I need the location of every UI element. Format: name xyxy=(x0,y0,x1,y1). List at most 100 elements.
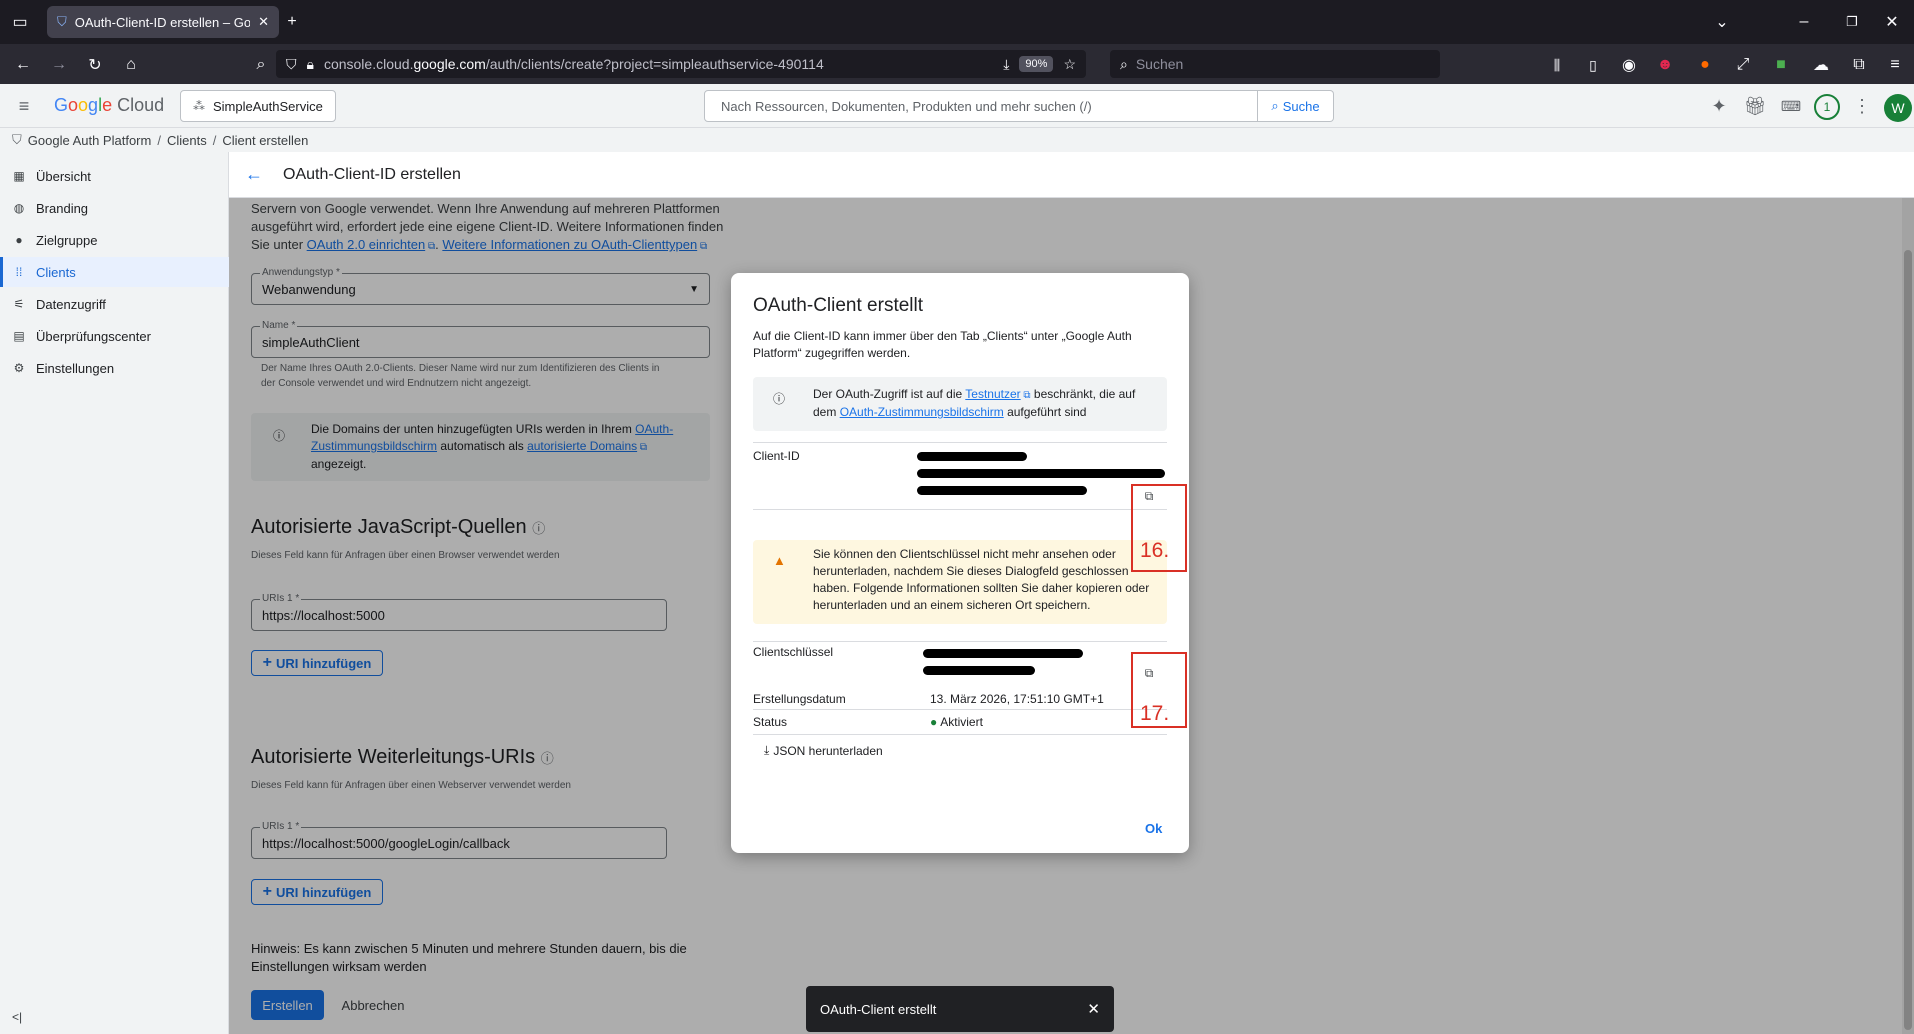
forward-arrow-icon[interactable]: → xyxy=(48,54,70,76)
client-secret-label: Clientschlüssel xyxy=(753,645,834,659)
sidebar-item-branding[interactable]: ◍ Branding xyxy=(0,193,229,223)
data-access-icon: ⚟ xyxy=(13,297,25,311)
client-secret-warning-text: Sie können den Clientschlüssel nicht meh… xyxy=(813,547,1150,612)
minimize-window-icon[interactable]: – xyxy=(1794,12,1814,32)
zoom-level[interactable]: 90% xyxy=(1019,56,1054,72)
annotation-marker-17: 17. xyxy=(1140,702,1170,725)
divider xyxy=(753,709,1167,710)
creation-date-label: Erstellungsdatum xyxy=(753,692,846,706)
grid-icon: ⁞⁞ xyxy=(15,265,23,279)
consent-screen-link[interactable]: OAuth-Zustimmungsbildschirm xyxy=(840,405,1004,419)
gear-icon: ⚙ xyxy=(13,361,25,375)
tab-list-icon[interactable]: ▭ xyxy=(10,12,30,32)
browser-menu-icon[interactable]: ≡ xyxy=(1884,54,1906,76)
restore-window-icon[interactable]: ❐ xyxy=(1842,12,1862,32)
dialog-title: OAuth-Client erstellt xyxy=(753,295,924,316)
sidebar-item-audience[interactable]: ● Zielgruppe xyxy=(0,225,229,255)
sidebar-item-data-access[interactable]: ⚟ Datenzugriff xyxy=(0,289,229,319)
gift-icon[interactable]: 🎁︎ xyxy=(1744,95,1767,117)
extension-cloud-icon[interactable]: ☁ xyxy=(1810,54,1832,76)
project-selector-button[interactable]: ⁂ SimpleAuthService xyxy=(180,90,336,122)
back-arrow-icon[interactable]: ← xyxy=(245,164,263,185)
avatar[interactable]: W xyxy=(1884,94,1912,122)
divider xyxy=(753,509,1167,510)
status-label: Status xyxy=(753,715,788,729)
library-icon[interactable]: ⫼ xyxy=(1546,54,1568,76)
page-title: OAuth-Client-ID erstellen xyxy=(283,165,461,183)
shield-favicon-icon: ⛉ xyxy=(57,14,67,29)
sidebar-item-settings[interactable]: ⚙ Einstellungen xyxy=(0,353,229,383)
tracking-shield-icon: ⛉ xyxy=(286,55,297,72)
sidebar-item-overview[interactable]: ▦ Übersicht xyxy=(0,161,229,191)
status-badge: ● Aktiviert xyxy=(930,715,983,729)
annotation-marker-16: 16. xyxy=(1140,539,1170,562)
project-nodes-icon: ⁂ xyxy=(193,99,205,113)
home-icon[interactable]: ⌂ xyxy=(120,54,142,76)
bookmark-star-icon[interactable]: ☆ xyxy=(1063,56,1076,73)
close-snackbar-icon[interactable]: ✕ xyxy=(1087,1000,1100,1018)
expand-icon[interactable]: ⤢ xyxy=(1732,54,1754,76)
breadcrumb-item-clients[interactable]: Clients xyxy=(167,133,207,148)
extension-orange-icon[interactable]: ● xyxy=(1694,54,1716,76)
more-options-icon[interactable]: ⋮ xyxy=(1852,95,1872,117)
url-bar[interactable]: ⛉ 🔒︎ console.cloud.google.com/auth/clien… xyxy=(276,50,1086,78)
extension-face-icon[interactable]: ☻ xyxy=(1654,54,1676,76)
browser-search-icon[interactable]: ⌕ xyxy=(250,54,272,76)
auth-platform-shield-icon: ⛉ xyxy=(12,132,22,147)
test-users-link[interactable]: Testnutzer xyxy=(965,387,1020,401)
dashboard-icon: ▦ xyxy=(13,169,25,183)
gemini-sparkle-icon[interactable]: ✦ xyxy=(1708,95,1730,117)
tab-overflow-chevron-icon[interactable]: ⌄ xyxy=(1712,12,1732,32)
search-icon: ⌕ xyxy=(1271,98,1279,113)
client-secret-redaction xyxy=(923,666,1035,675)
check-circle-icon: ● xyxy=(930,715,938,729)
browser-tab-active[interactable]: ⛉ OAuth-Client-ID erstellen – Goo ✕ xyxy=(47,6,279,38)
new-tab-icon[interactable]: + xyxy=(282,12,302,32)
oauth-client-created-dialog: OAuth-Client erstellt Auf die Client-ID … xyxy=(731,273,1189,853)
client-secret-redaction xyxy=(923,649,1083,658)
divider xyxy=(753,734,1167,735)
lock-icon: 🔒︎ xyxy=(306,55,314,72)
palette-icon: ◍ xyxy=(13,201,25,215)
download-page-icon[interactable]: ⤓ xyxy=(1003,56,1009,73)
snackbar-message: OAuth-Client erstellt xyxy=(820,1001,937,1017)
sidebar-toggle-icon[interactable]: ▯ xyxy=(1582,54,1604,76)
hamburger-menu-icon[interactable]: ≡ xyxy=(12,95,36,117)
client-id-label: Client-ID xyxy=(753,449,800,463)
reload-icon[interactable]: ↻ xyxy=(84,54,106,76)
gcp-search-input[interactable]: Nach Ressourcen, Dokumenten, Produkten u… xyxy=(704,90,1258,122)
gcp-search-button[interactable]: ⌕ Suche xyxy=(1258,90,1334,122)
sidebar: ▦ Übersicht ◍ Branding ● Zielgruppe ⁞⁞ Clien… xyxy=(0,152,229,1034)
cloud-shell-icon[interactable]: ⌨ xyxy=(1780,95,1802,117)
review-icon: ▤ xyxy=(13,329,25,343)
tab-title: OAuth-Client-ID erstellen – Goo xyxy=(74,14,251,30)
url-text: console.cloud.google.com/auth/clients/cr… xyxy=(323,56,824,72)
page-header: ← OAuth-Client-ID erstellen xyxy=(229,152,1914,198)
collapse-sidebar-icon[interactable]: <| xyxy=(12,1010,22,1024)
sidebar-item-review-center[interactable]: ▤ Überprüfungscenter xyxy=(0,321,229,351)
browser-search-field[interactable]: ⌕ Suchen xyxy=(1110,50,1440,78)
client-id-redaction xyxy=(917,452,1027,461)
extension-green-icon[interactable]: ■ xyxy=(1770,54,1792,76)
extensions-puzzle-icon[interactable]: ⧉ xyxy=(1848,54,1870,76)
close-window-icon[interactable]: ✕ xyxy=(1882,12,1902,32)
snackbar: OAuth-Client erstellt ✕ xyxy=(806,986,1114,1032)
notification-badge[interactable]: 1 xyxy=(1814,94,1840,120)
test-users-info-text: Der OAuth-Zugriff ist auf die Testnutzer… xyxy=(813,387,1136,419)
google-cloud-logo[interactable]: Google Cloud xyxy=(54,95,164,116)
back-arrow-icon[interactable]: ← xyxy=(12,54,34,76)
download-icon: ⤓ xyxy=(764,743,770,757)
ok-button[interactable]: Ok xyxy=(1145,821,1162,836)
client-secret-warning-box: ▲ Sie können den Clientschlüssel nicht m… xyxy=(753,540,1167,624)
close-tab-icon[interactable]: ✕ xyxy=(258,14,269,30)
download-json-button[interactable]: ⤓ JSON herunterladen xyxy=(764,743,883,758)
breadcrumb-item-platform[interactable]: Google Auth Platform xyxy=(28,133,152,148)
breadcrumb: ⛉ Google Auth Platform / Clients / Clien… xyxy=(0,128,1914,152)
dialog-description: Auf die Client-ID kann immer über den Ta… xyxy=(753,329,1132,360)
divider xyxy=(753,641,1167,642)
person-icon: ● xyxy=(15,233,23,247)
info-icon: ⓘ xyxy=(773,392,786,406)
sidebar-item-clients[interactable]: ⁞⁞ Clients xyxy=(0,257,229,287)
client-id-redaction xyxy=(917,486,1087,495)
account-icon[interactable]: ◉ xyxy=(1618,54,1640,76)
